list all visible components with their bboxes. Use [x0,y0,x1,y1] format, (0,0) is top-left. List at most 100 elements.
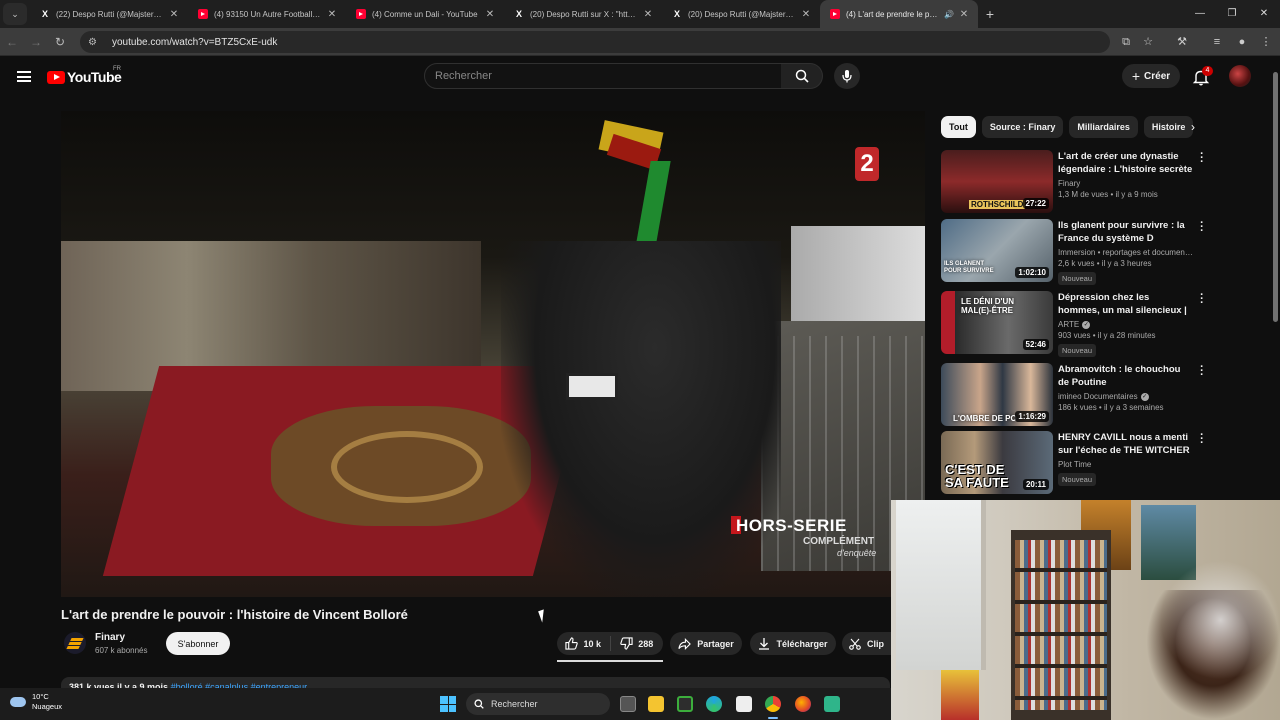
weather-widget[interactable]: 10°C Nuageux [10,692,62,712]
recommendation-item[interactable]: ROTHSCHILD 27:22 L'art de créer une dyna… [941,149,1205,214]
more-options-icon[interactable]: · · · [1199,290,1205,309]
new-tab-button[interactable]: + [978,6,1002,22]
scrollbar-thumb[interactable] [1273,72,1278,322]
menu-icon[interactable] [17,71,31,82]
search-button[interactable] [781,63,823,89]
video-duration: 52:46 [1022,339,1049,350]
browser-tab[interactable]: X (22) Despo Rutti (@MajsterOfficiel) ✕ [30,0,188,28]
dislike-button[interactable]: 288 [611,637,664,650]
restore-icon[interactable]: ❐ [1216,0,1248,28]
recommendation-channel[interactable]: Plot Time [1058,460,1193,469]
video-duration: 27:22 [1022,198,1049,209]
close-window-icon[interactable]: ✕ [1248,0,1280,28]
recommendation-channel[interactable]: ARTE ✓ [1058,320,1193,329]
taskbar-search[interactable]: Rechercher [466,693,610,715]
recommendation-title[interactable]: L'art de créer une dynastie légendaire :… [1058,150,1193,176]
webcam-books [1015,540,1107,710]
search-input[interactable]: Rechercher [424,63,782,89]
app-icon[interactable] [824,696,840,712]
video-thumbnail[interactable]: LE DÉNI D'UN MAL(E)-ÊTRE 52:46 [941,291,1053,354]
video-thumbnail[interactable]: L'OMBRE DE PO 1:16:29 [941,363,1053,426]
tab-title: (20) Despo Rutti sur X : "https:// [530,9,638,19]
recommendation-info: HENRY CAVILL nous a menti sur l'échec de… [1058,431,1193,487]
recommendation-item[interactable]: LE DÉNI D'UN MAL(E)-ÊTRE 52:46 Dépressio… [941,290,1205,357]
file-explorer-icon[interactable] [648,696,664,712]
recommendation-item[interactable]: L'OMBRE DE PO 1:16:29 Abramovitch : le c… [941,362,1205,427]
video-title: L'art de prendre le pouvoir : l'histoire… [61,607,408,622]
browser-tab[interactable]: X (20) Despo Rutti (@MajsterOfficiel) ✕ [662,0,820,28]
recommendation-channel[interactable]: Finary [1058,179,1193,188]
channel-avatar[interactable] [64,632,86,654]
recommendation-title[interactable]: Dépression chez les hommes, un mal silen… [1058,291,1193,317]
recommendation-title[interactable]: HENRY CAVILL nous a menti sur l'échec de… [1058,431,1193,457]
browser-tab[interactable]: X (20) Despo Rutti sur X : "https:// ✕ [504,0,662,28]
video-thumbnail[interactable]: ILS GLANENT POUR SURVIVRE 1:02:10 [941,219,1053,282]
profile-icon[interactable]: ● [1230,28,1254,56]
recommendation-channel[interactable]: Immersion • reportages et documentair... [1058,248,1193,257]
browser-tab-active[interactable]: (4) L'art de prendre le pouvoir 🔊 ✕ [820,0,978,28]
xbox-icon[interactable] [677,696,693,712]
media-control-icon[interactable]: ≡ [1205,28,1229,56]
chip-all[interactable]: Tout [941,116,976,138]
video-thumbnail[interactable]: C'EST DE SA FAUTE 20:11 [941,431,1053,494]
recommendation-item[interactable]: C'EST DE SA FAUTE 20:11 HENRY CAVILL nou… [941,430,1205,495]
recommendation-item[interactable]: ILS GLANENT POUR SURVIVRE 1:02:10 Ils gl… [941,218,1205,285]
more-options-icon[interactable]: · · · [1199,149,1205,168]
recommendation-channel[interactable]: imineo Documentaires ✓ [1058,392,1193,401]
browser-tab[interactable]: (4) Comme un Dali - YouTube ✕ [346,0,504,28]
close-icon[interactable]: ✕ [484,9,496,20]
recommendation-meta: 2,6 k vues • il y a 3 heures [1058,259,1152,268]
url-field[interactable]: ⚙ youtube.com/watch?v=BTZ5CxE-udk [80,31,1110,53]
subscribe-button[interactable]: S'abonner [166,632,230,655]
create-button[interactable]: + Créer [1122,64,1180,88]
chip-billionaires[interactable]: Milliardaires [1069,116,1138,138]
channel-name-text: ARTE [1058,320,1080,329]
windows-start-icon[interactable] [440,696,456,712]
reload-icon[interactable]: ↻ [48,35,72,49]
account-avatar[interactable] [1229,65,1251,87]
chevron-right-icon[interactable]: › [1183,117,1203,137]
close-icon[interactable]: ✕ [326,9,338,20]
download-button[interactable]: Télécharger [750,632,836,655]
forward-icon[interactable]: → [24,35,48,49]
more-options-icon[interactable]: · · · [1199,430,1205,449]
tab-search-button[interactable]: ⌄ [3,3,27,25]
share-button[interactable]: Partager [670,632,742,655]
recommendation-title[interactable]: Abramovitch : le chouchou de Poutine [1058,363,1193,389]
extensions-icon[interactable]: ⚒ [1170,28,1194,56]
more-options-icon[interactable]: · · · [1199,218,1205,237]
install-app-icon[interactable]: ⧉ [1114,28,1138,56]
firefox-icon[interactable] [795,696,811,712]
speaker-icon[interactable]: 🔊 [944,10,954,19]
chrome-icon[interactable] [765,696,781,712]
minimize-icon[interactable]: — [1184,0,1216,28]
video-duration: 1:02:10 [1015,267,1049,278]
like-button[interactable]: 10 k [557,636,611,651]
youtube-logo[interactable]: YouTube FR [47,66,122,85]
video-thumbnail[interactable]: ROTHSCHILD 27:22 [941,150,1053,213]
more-options-icon[interactable]: · · · [1199,362,1205,381]
browser-tab[interactable]: (4) 93150 Un Autre Football Ep ✕ [188,0,346,28]
page-scrollbar[interactable] [1271,60,1280,500]
overlay-subtitle: COMPLÉMENT [803,536,875,547]
close-icon[interactable]: ✕ [642,9,654,20]
close-icon[interactable]: ✕ [168,9,180,20]
store-icon[interactable] [736,696,752,712]
close-icon[interactable]: ✕ [958,9,970,20]
webcam-cereal-box [941,670,979,720]
bookmark-star-icon[interactable]: ☆ [1136,28,1160,56]
recommendation-title[interactable]: Ils glanent pour survivre : la France du… [1058,219,1193,245]
channel-name[interactable]: Finary [95,632,125,643]
browser-menu-icon[interactable]: ⋮ [1254,28,1278,56]
voice-search-button[interactable] [834,63,860,89]
verified-icon: ✓ [1082,320,1091,329]
chip-source[interactable]: Source : Finary [981,116,1064,138]
video-player[interactable]: 2 HORS-SERIE COMPLÉMENT d'enquête [61,111,925,597]
edge-icon[interactable] [706,696,722,712]
back-icon[interactable]: ← [0,35,24,49]
webcam-window [896,500,986,670]
close-icon[interactable]: ✕ [800,9,812,20]
task-view-icon[interactable] [620,696,636,712]
clip-button[interactable]: Clip [842,632,891,655]
site-info-icon[interactable]: ⚙ [88,37,102,48]
